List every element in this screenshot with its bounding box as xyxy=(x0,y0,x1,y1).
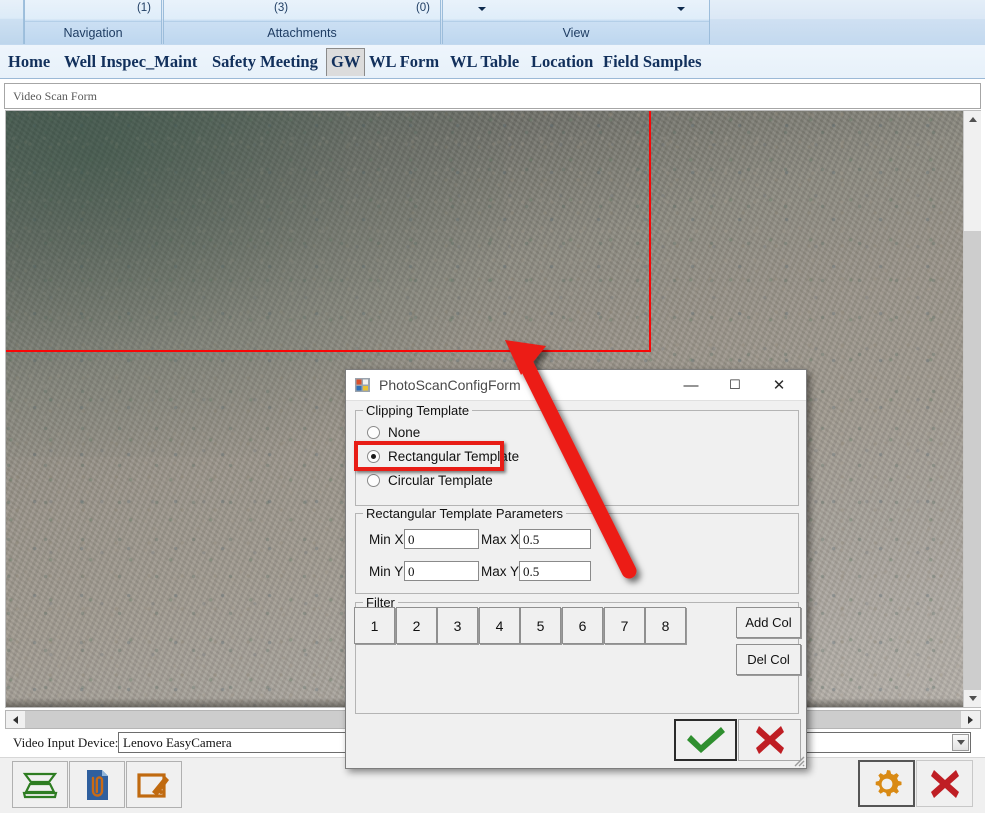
photo-scan-config-dialog: PhotoScanConfigForm — ☐ ✕ Clipping Templ… xyxy=(345,369,807,769)
chevron-left-icon xyxy=(13,715,18,724)
max-y-label: Max Y xyxy=(481,564,520,579)
page-title: Video Scan Form xyxy=(13,89,97,103)
scroll-down-button[interactable] xyxy=(964,690,981,707)
clipping-template-caption: Clipping Template xyxy=(363,403,473,418)
ribbon-group-attachments[interactable]: (3) (0) Attachments xyxy=(163,0,441,44)
crop-guide-horizontal-line xyxy=(6,350,651,352)
navigation-count: (1) xyxy=(136,2,151,14)
ribbon-group-view[interactable]: View xyxy=(442,0,710,44)
attach-document-button[interactable] xyxy=(69,761,125,808)
max-x-value: 0.5 xyxy=(523,532,540,547)
tab-field-samples[interactable]: Field Samples xyxy=(603,48,702,75)
ribbon-group-view-carets xyxy=(443,0,709,22)
rect-params-caption: Rectangular Template Parameters xyxy=(363,506,567,521)
ribbon-left-edge xyxy=(0,0,24,44)
tab-strip: Home Well Inspec_Maint Safety Meeting GW… xyxy=(0,45,985,79)
tab-safety-meeting[interactable]: Safety Meeting xyxy=(212,48,318,75)
red-x-icon xyxy=(755,726,784,754)
ribbon-group-attachments-counts: (3) (0) xyxy=(164,0,440,22)
max-y-input[interactable]: 0.5 xyxy=(519,561,591,581)
filter-button-2[interactable]: 2 xyxy=(396,607,437,644)
settings-button[interactable] xyxy=(858,760,915,807)
max-y-value: 0.5 xyxy=(523,564,540,579)
ribbon-group-view-label: View xyxy=(443,21,709,44)
scroll-left-button[interactable] xyxy=(6,711,25,728)
video-vertical-scrollbar[interactable] xyxy=(963,111,981,707)
chevron-down-icon xyxy=(968,696,977,701)
filter-button-8[interactable]: 8 xyxy=(645,607,686,644)
tab-gw[interactable]: GW xyxy=(326,48,366,76)
dialog-title-bar[interactable]: PhotoScanConfigForm — ☐ ✕ xyxy=(346,370,806,401)
edit-form-button[interactable] xyxy=(126,761,182,808)
ribbon-group-navigation[interactable]: (1) Navigation xyxy=(24,0,162,44)
scroll-right-button[interactable] xyxy=(961,711,980,728)
dialog-close-button[interactable]: ✕ xyxy=(757,370,801,400)
min-y-label: Min Y xyxy=(369,564,404,579)
red-x-icon xyxy=(930,769,959,798)
max-x-input[interactable]: 0.5 xyxy=(519,529,591,549)
scroll-up-button[interactable] xyxy=(964,111,981,128)
ribbon-bar: (1) Navigation (3) (0) Attachments View xyxy=(0,0,985,46)
scanner-icon xyxy=(22,772,58,798)
vertical-scroll-track[interactable] xyxy=(964,128,981,690)
filter-button-6[interactable]: 6 xyxy=(562,607,603,644)
filter-button-7[interactable]: 7 xyxy=(604,607,645,644)
radio-button-indicator[interactable] xyxy=(367,474,380,487)
crop-guide-vertical-line xyxy=(649,111,651,352)
min-y-value: 0 xyxy=(408,564,415,579)
tab-well-inspec-maint[interactable]: Well Inspec_Maint xyxy=(64,48,197,75)
vertical-scroll-thumb[interactable] xyxy=(964,128,981,231)
highlight-box-rectangular-template xyxy=(354,441,504,471)
video-input-device-label: Video Input Device: xyxy=(13,735,119,750)
ribbon-group-navigation-counts: (1) xyxy=(25,0,161,22)
caret-glyph xyxy=(956,740,965,745)
tab-wl-table[interactable]: WL Table xyxy=(450,48,519,75)
dialog-ok-button[interactable] xyxy=(674,719,737,761)
max-x-label: Max X xyxy=(481,532,520,547)
resize-grip-icon[interactable] xyxy=(791,753,805,767)
chevron-down-icon[interactable] xyxy=(677,7,685,11)
radio-button-indicator[interactable] xyxy=(367,426,380,439)
scanner-button[interactable] xyxy=(12,761,68,808)
min-x-label: Min X xyxy=(369,532,404,547)
minimize-button[interactable]: — xyxy=(669,370,713,400)
tab-location[interactable]: Location xyxy=(531,48,593,75)
form-header: Video Scan Form xyxy=(4,83,981,109)
chevron-down-icon[interactable] xyxy=(478,7,486,11)
radio-circular-template-label: Circular Template xyxy=(388,473,493,488)
min-x-value: 0 xyxy=(408,532,415,547)
video-input-device-value: Lenovo EasyCamera xyxy=(123,735,232,750)
filter-button-1[interactable]: 1 xyxy=(354,607,395,644)
tab-home[interactable]: Home xyxy=(8,48,50,75)
gear-icon xyxy=(875,769,901,796)
document-paperclip-icon xyxy=(87,769,108,800)
maximize-button[interactable]: ☐ xyxy=(713,370,757,400)
min-y-input[interactable]: 0 xyxy=(404,561,479,581)
attachments-count-primary: (3) xyxy=(274,2,289,14)
radio-none-label: None xyxy=(388,425,421,440)
filter-button-3[interactable]: 3 xyxy=(437,607,478,644)
min-x-input[interactable]: 0 xyxy=(404,529,479,549)
ribbon-group-navigation-label: Navigation xyxy=(25,21,161,44)
app-window-icon xyxy=(355,378,370,392)
filter-button-5[interactable]: 5 xyxy=(520,607,561,644)
attachments-count-secondary: (0) xyxy=(415,2,430,14)
add-col-button[interactable]: Add Col xyxy=(736,607,801,638)
form-edit-icon xyxy=(137,772,169,798)
filter-button-4[interactable]: 4 xyxy=(479,607,520,644)
chevron-down-icon[interactable] xyxy=(952,734,969,751)
chevron-right-icon xyxy=(968,715,973,724)
tab-wl-form[interactable]: WL Form xyxy=(369,48,439,75)
del-col-button[interactable]: Del Col xyxy=(736,644,801,675)
chevron-up-icon xyxy=(968,117,977,122)
rect-params-group: Rectangular Template Parameters Min X 0 … xyxy=(355,506,799,594)
ribbon-group-attachments-label: Attachments xyxy=(164,21,440,44)
dialog-title: PhotoScanConfigForm xyxy=(379,377,521,393)
close-button[interactable] xyxy=(916,760,973,807)
check-icon xyxy=(686,727,725,753)
